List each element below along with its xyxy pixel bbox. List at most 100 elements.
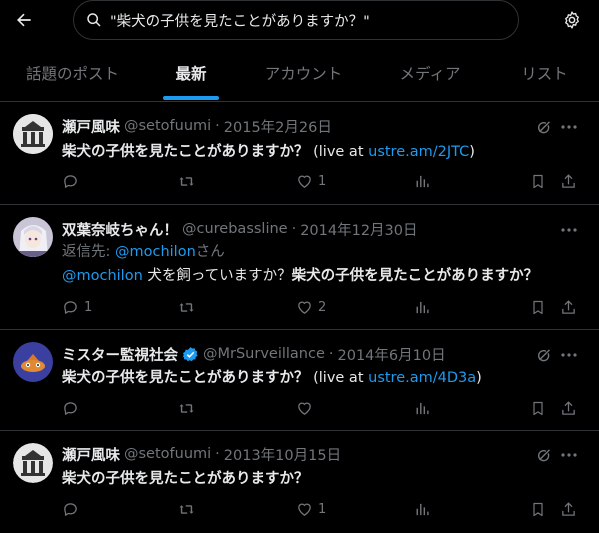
- reply-button[interactable]: [62, 398, 79, 418]
- search-input[interactable]: "柴犬の子供を見たことがありますか？": [73, 0, 519, 40]
- tweet[interactable]: ミスター監視社会 @MrSurveillance · 2014年6月10日 柴犬…: [0, 330, 599, 431]
- bookmark-button[interactable]: [530, 398, 546, 418]
- tweet[interactable]: 双葉奈岐ちゃん！ @curebassline · 2014年12月30日 返信先…: [0, 205, 599, 330]
- more-icon: [561, 228, 577, 232]
- heart-icon: [296, 400, 313, 417]
- tweet[interactable]: 瀬戸風味 @setofuumi · 2015年2月26日 柴犬の子供を見たことが…: [0, 102, 599, 205]
- back-button[interactable]: [6, 2, 42, 38]
- search-query[interactable]: "柴犬の子供を見たことがありますか？": [110, 10, 370, 31]
- like-button[interactable]: 1: [296, 171, 326, 191]
- tweet-link[interactable]: ustre.am/4D3a: [368, 370, 476, 386]
- reply-icon: [62, 299, 79, 316]
- user-handle[interactable]: @curebassline: [182, 221, 288, 237]
- repost-button[interactable]: [177, 297, 196, 317]
- search-icon: [86, 11, 104, 29]
- grok-button[interactable]: [534, 117, 554, 137]
- verified-badge-icon: [182, 346, 199, 363]
- grok-button[interactable]: [534, 345, 554, 365]
- bookmark-button[interactable]: [530, 499, 546, 519]
- share-button[interactable]: [560, 297, 577, 317]
- like-button[interactable]: 1: [296, 499, 326, 519]
- tweet-date[interactable]: 2013年10月15日: [224, 444, 341, 465]
- tweet-date[interactable]: 2015年2月26日: [224, 116, 332, 137]
- tab-bar: 話題のポスト 最新 アカウント メディア リスト: [0, 44, 599, 102]
- tab-lists[interactable]: リスト: [490, 44, 599, 102]
- user-handle[interactable]: @MrSurveillance: [203, 346, 325, 362]
- repost-icon: [177, 400, 196, 417]
- tweet-date[interactable]: 2014年6月10日: [338, 344, 446, 365]
- tweet-date[interactable]: 2014年12月30日: [300, 219, 417, 240]
- like-button[interactable]: [296, 398, 313, 418]
- share-button[interactable]: [560, 171, 577, 191]
- more-button[interactable]: [559, 445, 579, 465]
- reply-label: 返信先:: [62, 244, 115, 260]
- views-button[interactable]: [413, 297, 430, 317]
- grok-icon: [536, 119, 553, 136]
- grok-button[interactable]: [534, 445, 554, 465]
- bookmark-button[interactable]: [530, 171, 546, 191]
- views-icon: [413, 173, 430, 190]
- tweet[interactable]: 瀬戸風味 @setofuumi · 2013年10月15日 柴犬の子供を見たこと…: [0, 431, 599, 533]
- tweet-link[interactable]: ustre.am/2JTC: [368, 144, 469, 160]
- tab-top[interactable]: 話題のポスト: [0, 44, 145, 102]
- repost-button[interactable]: [177, 499, 196, 519]
- views-button[interactable]: [413, 499, 430, 519]
- bookmark-icon: [530, 173, 546, 190]
- avatar[interactable]: [13, 443, 53, 483]
- display-name[interactable]: 瀬戸風味: [62, 444, 120, 465]
- heart-icon: [296, 299, 313, 316]
- tweet-actions: [52, 398, 592, 418]
- more-button[interactable]: [559, 117, 579, 137]
- user-handle[interactable]: @setofuumi: [124, 446, 211, 462]
- tweet-text: 柴犬の子供を見たことがありますか？ (live at ustre.am/4D3a…: [62, 366, 482, 387]
- share-button[interactable]: [560, 499, 577, 519]
- reply-button[interactable]: [62, 171, 79, 191]
- tweet-header: 瀬戸風味 @setofuumi · 2015年2月26日: [62, 116, 332, 136]
- reply-icon: [62, 173, 79, 190]
- tab-latest[interactable]: 最新: [145, 44, 237, 102]
- repost-icon: [177, 299, 196, 316]
- reply-button[interactable]: 1: [62, 297, 92, 317]
- reply-button[interactable]: [62, 499, 79, 519]
- tweet-actions: 1: [52, 499, 592, 519]
- gear-icon: [562, 10, 582, 30]
- tweet-text-plain: 犬を飼っていますか？: [142, 268, 292, 284]
- avatar[interactable]: [13, 217, 53, 257]
- heart-icon: [296, 173, 313, 190]
- views-button[interactable]: [413, 398, 430, 418]
- repost-button[interactable]: [177, 398, 196, 418]
- grok-icon: [536, 447, 553, 464]
- tweet-actions: 1: [52, 171, 592, 191]
- avatar[interactable]: [13, 114, 53, 154]
- bookmark-button[interactable]: [530, 297, 546, 317]
- like-button[interactable]: 2: [296, 297, 326, 317]
- user-handle[interactable]: @setofuumi: [124, 118, 211, 134]
- settings-button[interactable]: [554, 2, 590, 38]
- more-button[interactable]: [559, 220, 579, 240]
- mention[interactable]: @mochilon: [62, 268, 143, 284]
- separator-dot: ·: [215, 446, 220, 462]
- tweet-text-bold: 柴犬の子供を見たことがありますか？: [62, 144, 309, 160]
- like-count: 2: [318, 299, 327, 315]
- views-button[interactable]: [413, 171, 430, 191]
- tweet-header: 瀬戸風味 @setofuumi · 2013年10月15日: [62, 444, 341, 464]
- tab-accounts[interactable]: アカウント: [237, 44, 370, 102]
- separator-dot: ·: [328, 346, 334, 362]
- display-name[interactable]: 瀬戸風味: [62, 116, 120, 137]
- repost-button[interactable]: [177, 171, 196, 191]
- separator-dot: ·: [215, 118, 220, 134]
- share-icon: [560, 173, 577, 190]
- tab-media[interactable]: メディア: [370, 44, 490, 102]
- tweet-text: 柴犬の子供を見たことがありますか？ (live at ustre.am/2JTC…: [62, 140, 475, 161]
- tweet-text-bold: 柴犬の子供を見たことがありますか？: [62, 471, 309, 487]
- display-name[interactable]: ミスター監視社会: [62, 344, 178, 365]
- more-button[interactable]: [559, 345, 579, 365]
- display-name[interactable]: 双葉奈岐ちゃん！: [62, 219, 178, 240]
- bookmark-icon: [530, 501, 546, 518]
- share-icon: [560, 501, 577, 518]
- reply-handle[interactable]: @mochilon: [115, 244, 196, 260]
- grok-icon: [536, 347, 553, 364]
- avatar[interactable]: [13, 342, 53, 382]
- tweet-text-bold: 柴犬の子供を見たことがありますか？: [62, 370, 309, 386]
- share-button[interactable]: [560, 398, 577, 418]
